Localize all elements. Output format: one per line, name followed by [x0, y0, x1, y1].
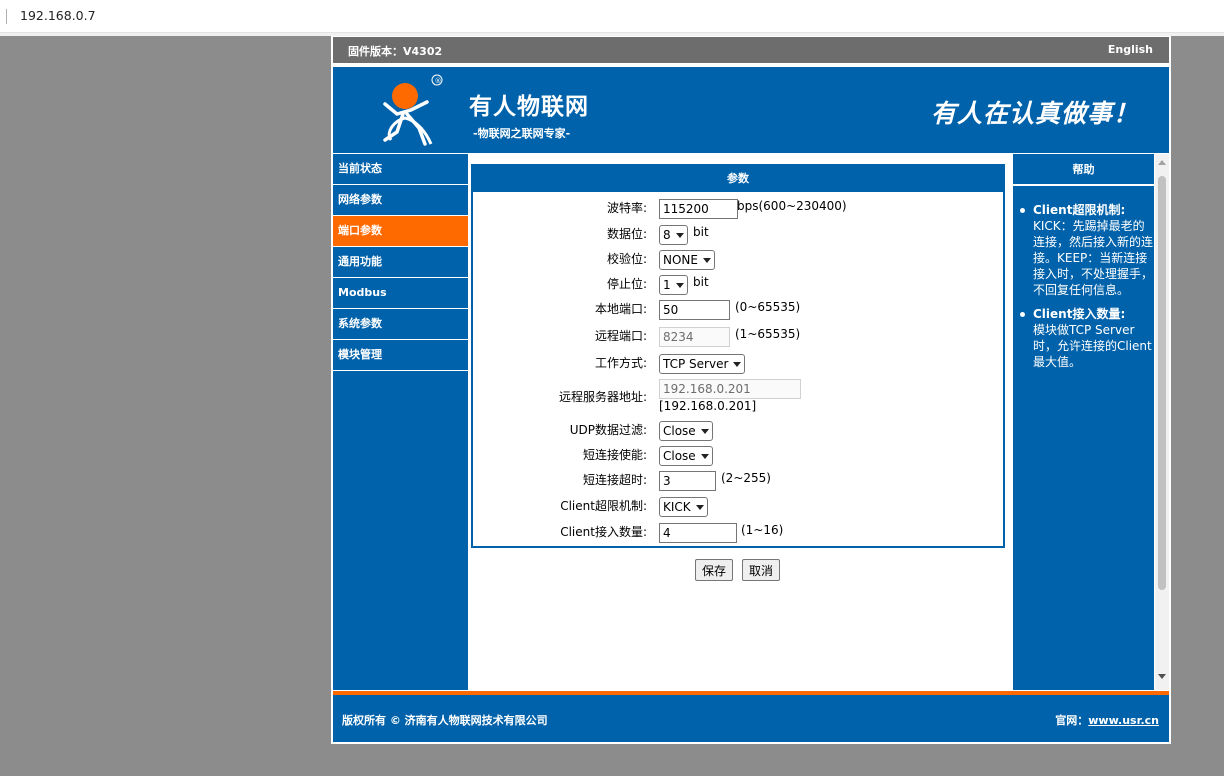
help-item-title: Client超限机制:: [1033, 203, 1126, 217]
device-config-page: 固件版本：V4302 English ® 有人物联网 -物联网之联网专家- 有人…: [331, 36, 1171, 744]
baud-input[interactable]: [659, 199, 738, 219]
databits-label: 数据位:: [606, 227, 647, 241]
site-info: 官网：www.usr.cn: [1055, 712, 1159, 728]
port-params-panel: 参数 波特率: bps(600~230400) 数据位: 8 bit 校验位: …: [471, 164, 1005, 548]
chevron-down-icon: [675, 282, 684, 288]
short-conn-value: Close: [663, 449, 696, 463]
chevron-down-icon: [675, 232, 684, 238]
save-button[interactable]: 保存: [695, 559, 734, 581]
parity-label: 校验位:: [606, 252, 647, 266]
language-link[interactable]: English: [1108, 43, 1153, 56]
bullet-icon: [1020, 208, 1025, 213]
sidebar-item-module[interactable]: 模块管理: [333, 340, 468, 371]
remote-server-label: 远程服务器地址:: [558, 390, 647, 404]
local-port-label: 本地端口:: [594, 302, 647, 316]
scroll-down-icon[interactable]: [1158, 674, 1166, 679]
databits-select[interactable]: 8: [659, 225, 688, 245]
sidebar-item-network[interactable]: 网络参数: [333, 185, 468, 216]
help-scrollbar[interactable]: [1155, 154, 1169, 690]
short-conn-select[interactable]: Close: [659, 446, 713, 466]
registered-mark: ®: [435, 77, 442, 85]
sidebar-item-modbus[interactable]: Modbus: [333, 278, 468, 309]
parity-select[interactable]: NONE: [659, 250, 715, 270]
sidebar-item-status[interactable]: 当前状态: [333, 154, 468, 185]
company-name: 有人物联网: [469, 94, 589, 120]
text-caret: [6, 9, 7, 24]
left-sidebar: 当前状态 网络参数 端口参数 通用功能 Modbus 系统参数 模块管理: [333, 154, 468, 690]
firmware-version: 固件版本：V4302: [348, 45, 443, 58]
scroll-up-icon[interactable]: [1158, 160, 1166, 165]
client-count-input[interactable]: [659, 523, 737, 543]
short-timeout-input[interactable]: [659, 471, 716, 491]
panel-title: 参数: [473, 166, 1003, 192]
remote-server-input[interactable]: [659, 379, 801, 399]
page-footer: 版权所有 © 济南有人物联网技术有限公司 官网：www.usr.cn: [333, 691, 1169, 742]
baud-unit: bps(600~230400): [737, 199, 847, 213]
work-mode-label: 工作方式:: [594, 356, 647, 370]
udp-filter-label: UDP数据过滤:: [569, 423, 647, 437]
browser-address-bar[interactable]: 192.168.0.7: [0, 0, 1224, 33]
sidebar-item-general[interactable]: 通用功能: [333, 247, 468, 278]
chevron-down-icon: [695, 504, 704, 510]
help-item: Client接入数量: 模块做TCP Server时，允许连接的Client最大…: [1017, 306, 1154, 370]
work-mode-select[interactable]: TCP Server: [659, 354, 746, 374]
short-conn-label: 短连接使能:: [582, 448, 647, 462]
remote-port-unit: (1~65535): [735, 327, 801, 341]
short-timeout-label: 短连接超时:: [582, 473, 647, 487]
client-limit-value: KICK: [663, 500, 691, 514]
cancel-button[interactable]: 取消: [742, 559, 781, 581]
udp-filter-select[interactable]: Close: [659, 421, 713, 441]
sidebar-item-system[interactable]: 系统参数: [333, 309, 468, 340]
chevron-down-icon: [702, 257, 711, 263]
stopbits-value: 1: [663, 278, 671, 292]
client-count-label: Client接入数量:: [560, 525, 647, 539]
short-timeout-unit: (2~255): [721, 471, 771, 485]
help-item-title: Client接入数量:: [1033, 307, 1126, 321]
remote-port-label: 远程端口:: [594, 329, 647, 343]
help-item-body: 模块做TCP Server时，允许连接的Client最大值。: [1033, 323, 1152, 369]
header-banner: ® 有人物联网 -物联网之联网专家- 有人在认真做事！: [333, 67, 1169, 153]
stopbits-select[interactable]: 1: [659, 275, 688, 295]
baud-label: 波特率:: [606, 201, 647, 215]
company-slogan: 有人在认真做事！: [930, 99, 1139, 128]
company-tagline: -物联网之联网专家-: [473, 127, 571, 140]
chevron-down-icon: [700, 428, 709, 434]
help-panel: 帮助 Client超限机制: KICK：先踢掉最老的连接，然后接入新的连接。KE…: [1013, 154, 1154, 690]
udp-filter-value: Close: [663, 424, 696, 438]
stopbits-unit: bit: [693, 275, 709, 289]
help-item-body: KICK：先踢掉最老的连接，然后接入新的连接。KEEP：当新连接接入时，不处理握…: [1033, 219, 1154, 297]
local-port-unit: (0~65535): [735, 300, 801, 314]
remote-server-echo: [192.168.0.201]: [659, 399, 757, 413]
databits-value: 8: [663, 228, 671, 242]
client-limit-label: Client超限机制:: [560, 499, 647, 513]
parity-value: NONE: [663, 253, 698, 267]
client-count-unit: (1~16): [741, 523, 784, 537]
client-limit-select[interactable]: KICK: [659, 497, 708, 517]
work-mode-value: TCP Server: [663, 357, 729, 371]
remote-port-input[interactable]: [659, 327, 730, 347]
site-label: 官网：: [1055, 714, 1089, 727]
help-title: 帮助: [1013, 154, 1154, 186]
usr-logo-icon: ®: [383, 74, 443, 146]
top-info-bar: 固件版本：V4302 English: [333, 37, 1169, 63]
url-text[interactable]: 192.168.0.7: [20, 8, 96, 23]
site-link[interactable]: www.usr.cn: [1088, 714, 1159, 727]
copyright-text: 版权所有 © 济南有人物联网技术有限公司: [342, 714, 548, 727]
local-port-input[interactable]: [659, 300, 730, 320]
scroll-thumb[interactable]: [1158, 176, 1166, 590]
bullet-icon: [1020, 312, 1025, 317]
stopbits-label: 停止位:: [606, 277, 647, 291]
chevron-down-icon: [700, 453, 709, 459]
databits-unit: bit: [693, 225, 709, 239]
help-item: Client超限机制: KICK：先踢掉最老的连接，然后接入新的连接。KEEP：…: [1017, 202, 1154, 298]
chevron-down-icon: [733, 361, 742, 367]
sidebar-item-port[interactable]: 端口参数: [333, 216, 468, 247]
help-list: Client超限机制: KICK：先踢掉最老的连接，然后接入新的连接。KEEP：…: [1013, 186, 1154, 370]
